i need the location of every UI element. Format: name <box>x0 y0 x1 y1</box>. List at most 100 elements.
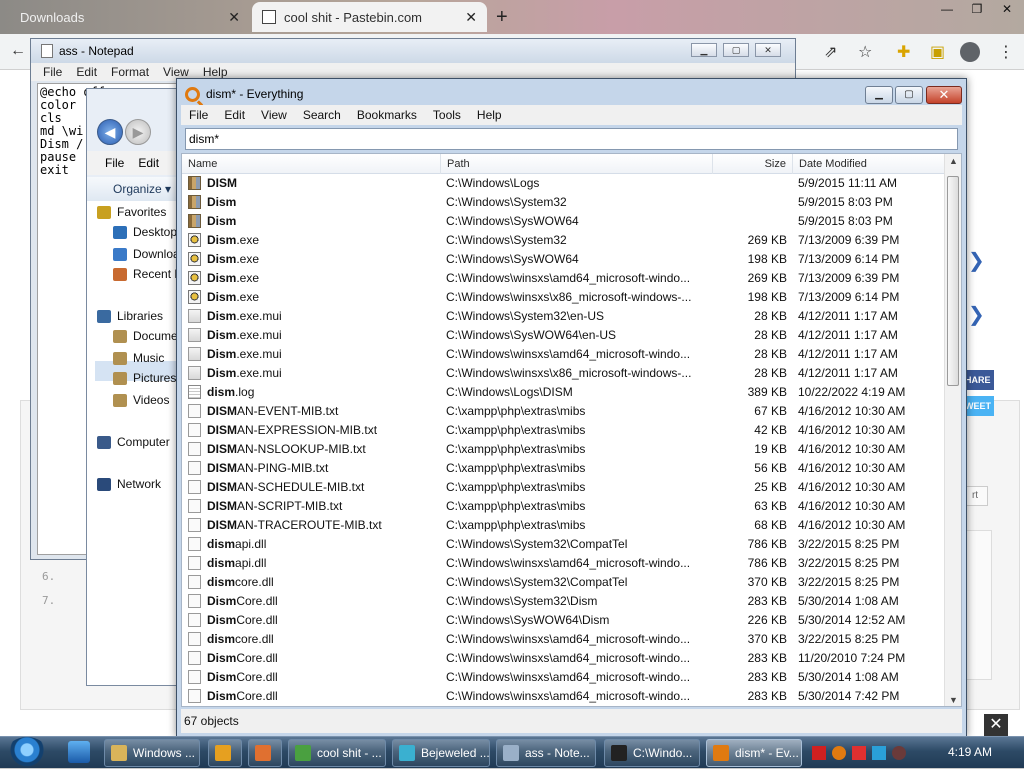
menu-edit[interactable]: Edit <box>138 156 159 170</box>
nav-item[interactable]: Desktop <box>113 225 177 239</box>
result-row[interactable]: Dism Core.dll C:\Windows\winsxs\amd64_micr… <box>182 649 945 668</box>
sidebar-icon[interactable]: ▣ <box>930 42 945 62</box>
everything-tray-icon[interactable] <box>832 746 846 760</box>
volume-icon[interactable] <box>892 746 906 760</box>
maximize-button[interactable]: ▢ <box>723 43 749 57</box>
taskbar-button[interactable]: C:\Windo... <box>604 739 700 767</box>
nav-item[interactable]: Network <box>97 477 161 491</box>
column-header-date-modified[interactable]: Date Modified <box>793 154 945 174</box>
menu-file[interactable]: File <box>43 65 62 79</box>
nav-item[interactable]: Videos <box>113 393 169 407</box>
nav-item[interactable]: Favorites <box>97 205 166 219</box>
result-row[interactable]: DISM C:\Windows\Logs 5/9/2015 11:11 AM <box>182 174 945 193</box>
result-row[interactable]: Dism C:\Windows\SysWOW64 5/9/2015 8:03 PM <box>182 212 945 231</box>
result-row[interactable]: Dism C:\Windows\System32 5/9/2015 8:03 PM <box>182 193 945 212</box>
forward-arrow-icon[interactable]: ▶ <box>125 119 151 145</box>
result-row[interactable]: dism core.dll C:\Windows\System32\CompatTe… <box>182 573 945 592</box>
monitor-icon[interactable] <box>872 746 886 760</box>
menu-view[interactable]: View <box>163 65 189 79</box>
result-row[interactable]: DISM AN-TRACEROUTE-MIB.txt C:\xampp\php\ex… <box>182 516 945 535</box>
taskbar-button[interactable] <box>208 739 242 767</box>
profile-avatar-icon[interactable] <box>960 42 980 62</box>
result-row[interactable]: Dism .exe.mui C:\Windows\winsxs\x86_micros… <box>182 364 945 383</box>
result-row[interactable]: DISM AN-EXPRESSION-MIB.txt C:\xampp\php\ex… <box>182 421 945 440</box>
result-row[interactable]: DISM AN-EVENT-MIB.txt C:\xampp\php\extras\… <box>182 402 945 421</box>
scrollbar-thumb[interactable] <box>947 176 959 386</box>
close-icon[interactable]: ✕ <box>994 0 1020 18</box>
chevron-right-icon[interactable]: ❯ <box>968 248 985 273</box>
bookmark-star-icon[interactable]: ☆ <box>858 42 872 62</box>
taskbar-button[interactable] <box>248 739 282 767</box>
minimize-button[interactable]: ▁ <box>691 43 717 57</box>
close-button[interactable]: ✕ <box>755 43 781 57</box>
menu-view[interactable]: View <box>253 108 295 122</box>
internet-explorer-icon[interactable] <box>68 741 90 763</box>
close-icon[interactable]: ✕ <box>228 9 240 26</box>
result-row[interactable]: DISM AN-PING-MIB.txt C:\xampp\php\extras\m… <box>182 459 945 478</box>
nav-item[interactable]: Pictures <box>113 371 176 385</box>
result-row[interactable]: dism core.dll C:\Windows\winsxs\amd64_micr… <box>182 630 945 649</box>
result-row[interactable]: Dism Core.dll C:\Windows\winsxs\amd64_micr… <box>182 687 945 706</box>
restore-icon[interactable]: ❐ <box>964 0 990 18</box>
taskbar-button[interactable]: ass - Note... <box>496 739 596 767</box>
result-row[interactable]: Dism .exe.mui C:\Windows\SysWOW64\en-US 28 … <box>182 326 945 345</box>
taskbar-button[interactable]: dism* - Ev... <box>706 739 802 767</box>
back-arrow-icon[interactable]: ◀ <box>97 119 123 145</box>
back-arrow-icon[interactable]: ← <box>10 42 26 60</box>
menu-file[interactable]: File <box>181 108 216 122</box>
column-header-path[interactable]: Path <box>441 154 713 174</box>
result-row[interactable]: Dism Core.dll C:\Windows\winsxs\amd64_micr… <box>182 668 945 687</box>
result-row[interactable]: DISM AN-SCRIPT-MIB.txt C:\xampp\php\extras… <box>182 497 945 516</box>
menu-edit[interactable]: Edit <box>76 65 97 79</box>
close-button[interactable]: ✕ <box>926 86 962 104</box>
start-orb-button[interactable] <box>6 737 48 769</box>
menu-search[interactable]: Search <box>295 108 349 122</box>
nav-item[interactable]: Libraries <box>97 309 163 323</box>
taskbar-button[interactable]: Bejeweled ... <box>392 739 490 767</box>
flag-icon[interactable] <box>852 746 866 760</box>
chevron-right-icon[interactable]: ❯ <box>968 302 985 327</box>
column-header-name[interactable]: Name <box>182 154 441 174</box>
nav-item[interactable]: Computer <box>97 435 170 449</box>
result-row[interactable]: Dism Core.dll C:\Windows\SysWOW64\Dism 226 … <box>182 611 945 630</box>
browser-tab-pastebin[interactable]: cool shit - Pastebin.com ✕ <box>252 2 487 32</box>
extensions-puzzle-icon[interactable]: ✚ <box>897 42 910 62</box>
menu-format[interactable]: Format <box>111 65 149 79</box>
vivaldi-icon[interactable] <box>812 746 826 760</box>
menu-dots-icon[interactable]: ⋮ <box>998 42 1014 62</box>
scroll-down-icon[interactable]: ▼ <box>949 695 958 705</box>
menu-tools[interactable]: Tools <box>425 108 469 122</box>
result-row[interactable]: Dism .exe C:\Windows\winsxs\amd64_microsof… <box>182 269 945 288</box>
result-row[interactable]: Dism .exe.mui C:\Windows\System32\en-US 28 … <box>182 307 945 326</box>
taskbar-button[interactable]: Windows ... <box>104 739 200 767</box>
maximize-button[interactable]: ▢ <box>895 86 923 104</box>
search-input[interactable] <box>185 128 958 150</box>
close-icon[interactable]: ✕ <box>465 9 477 26</box>
minimize-icon[interactable]: — <box>934 0 960 18</box>
column-header-size[interactable]: Size <box>713 154 793 174</box>
ad-close-icon[interactable]: ✕ <box>984 714 1008 736</box>
result-row[interactable]: DISM AN-NSLOOKUP-MIB.txt C:\xampp\php\extr… <box>182 440 945 459</box>
menu-file[interactable]: File <box>105 156 124 170</box>
menu-bookmarks[interactable]: Bookmarks <box>349 108 425 122</box>
taskbar-button[interactable]: cool shit - ... <box>288 739 386 767</box>
organize-button[interactable]: Organize ▾ <box>87 177 185 201</box>
browser-tab-downloads[interactable]: Downloads ✕ <box>10 2 250 32</box>
minimize-button[interactable]: ▁ <box>865 86 893 104</box>
scroll-up-icon[interactable]: ▲ <box>949 156 958 166</box>
result-row[interactable]: dism api.dll C:\Windows\System32\CompatTel… <box>182 535 945 554</box>
menu-help[interactable]: Help <box>203 65 228 79</box>
result-row[interactable]: Dism .exe C:\Windows\System32 269 KB 7/13/20… <box>182 231 945 250</box>
result-row[interactable]: dism api.dll C:\Windows\winsxs\amd64_micro… <box>182 554 945 573</box>
share-icon[interactable]: ⇗ <box>824 42 837 62</box>
nav-item[interactable]: Music <box>113 351 164 365</box>
result-row[interactable]: Dism .exe C:\Windows\winsxs\x86_microsoft-… <box>182 288 945 307</box>
menu-help[interactable]: Help <box>469 108 510 122</box>
result-row[interactable]: Dism Core.dll C:\Windows\System32\Dism 283 … <box>182 592 945 611</box>
vertical-scrollbar[interactable]: ▲ ▼ <box>944 154 961 706</box>
menu-edit[interactable]: Edit <box>216 108 253 122</box>
result-row[interactable]: dism .log C:\Windows\Logs\DISM 389 KB 10/22/… <box>182 383 945 402</box>
result-row[interactable]: DISM AN-SCHEDULE-MIB.txt C:\xampp\php\extr… <box>182 478 945 497</box>
new-tab-button[interactable]: + <box>496 2 520 32</box>
result-row[interactable]: Dism .exe C:\Windows\SysWOW64 198 KB 7/13/20… <box>182 250 945 269</box>
